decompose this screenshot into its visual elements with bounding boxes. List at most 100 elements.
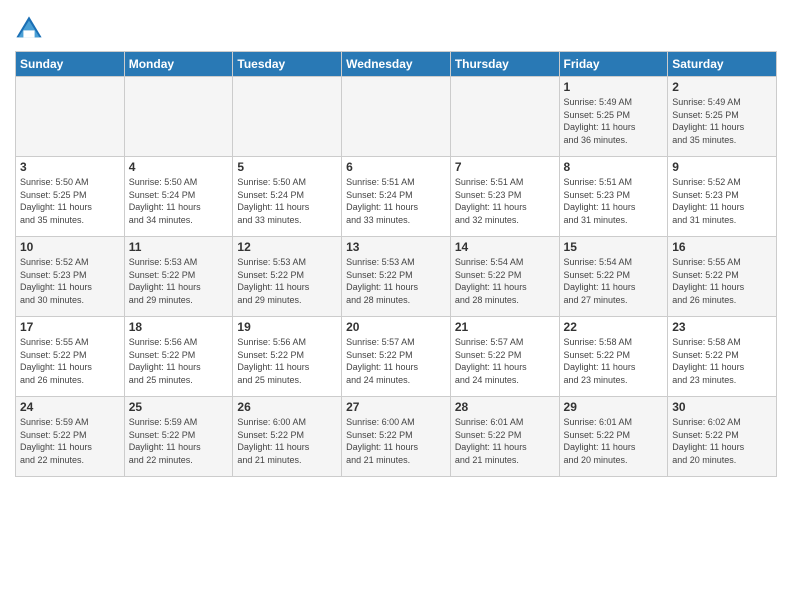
day-info: Sunrise: 5:56 AM Sunset: 5:22 PM Dayligh… [237, 336, 337, 386]
day-number: 25 [129, 400, 229, 414]
calendar-cell: 27Sunrise: 6:00 AM Sunset: 5:22 PM Dayli… [342, 397, 451, 477]
calendar-cell: 14Sunrise: 5:54 AM Sunset: 5:22 PM Dayli… [450, 237, 559, 317]
day-info: Sunrise: 5:51 AM Sunset: 5:23 PM Dayligh… [455, 176, 555, 226]
calendar-cell: 10 Sunrise: 5:52 AM Sunset: 5:23 PM Dayli… [16, 237, 125, 317]
calendar-cell [450, 77, 559, 157]
day-info: Sunrise: 5:49 AM Sunset: 5:25 PM Dayligh… [564, 96, 664, 146]
day-info: Sunrise: 6:01 AM Sunset: 5:22 PM Dayligh… [455, 416, 555, 466]
calendar-cell: 28 Sunrise: 6:01 AM Sunset: 5:22 PM Dayli… [450, 397, 559, 477]
day-info: Sunrise: 5:51 AM Sunset: 5:23 PM Dayligh… [564, 176, 664, 226]
calendar-cell: 19 Sunrise: 5:56 AM Sunset: 5:22 PM Dayli… [233, 317, 342, 397]
calendar-cell: 16 Sunrise: 5:55 AM Sunset: 5:22 PM Dayli… [668, 237, 777, 317]
day-info: Sunrise: 5:51 AM Sunset: 5:24 PM Dayligh… [346, 176, 446, 226]
calendar-cell: 15 Sunrise: 5:54 AM Sunset: 5:22 PM Dayli… [559, 237, 668, 317]
calendar-cell: 7 Sunrise: 5:51 AM Sunset: 5:23 PM Daylig… [450, 157, 559, 237]
day-number: 28 [455, 400, 555, 414]
calendar-cell: 25 Sunrise: 5:59 AM Sunset: 5:22 PM Dayli… [124, 397, 233, 477]
calendar-cell: 23 Sunrise: 5:58 AM Sunset: 5:22 PM Dayli… [668, 317, 777, 397]
day-number: 20 [346, 320, 446, 334]
calendar-cell: 17 Sunrise: 5:55 AM Sunset: 5:22 PM Dayli… [16, 317, 125, 397]
week-row-4: 17 Sunrise: 5:55 AM Sunset: 5:22 PM Dayli… [16, 317, 777, 397]
calendar-cell: 22 Sunrise: 5:58 AM Sunset: 5:22 PM Dayli… [559, 317, 668, 397]
day-number: 19 [237, 320, 337, 334]
day-info: Sunrise: 5:50 AM Sunset: 5:24 PM Dayligh… [129, 176, 229, 226]
day-number: 5 [237, 160, 337, 174]
day-number: 22 [564, 320, 664, 334]
day-info: Sunrise: 6:00 AM Sunset: 5:22 PM Dayligh… [237, 416, 337, 466]
day-number: 1 [564, 80, 664, 94]
day-info: Sunrise: 5:53 AM Sunset: 5:22 PM Dayligh… [346, 256, 446, 306]
calendar-cell: 2 Sunrise: 5:49 AM Sunset: 5:25 PM Daylig… [668, 77, 777, 157]
calendar-cell: 3 Sunrise: 5:50 AM Sunset: 5:25 PM Daylig… [16, 157, 125, 237]
calendar-cell [124, 77, 233, 157]
day-info: Sunrise: 5:55 AM Sunset: 5:22 PM Dayligh… [20, 336, 120, 386]
calendar-cell: 4Sunrise: 5:50 AM Sunset: 5:24 PM Daylig… [124, 157, 233, 237]
weekday-header-row: SundayMondayTuesdayWednesdayThursdayFrid… [16, 52, 777, 77]
day-info: Sunrise: 5:53 AM Sunset: 5:22 PM Dayligh… [129, 256, 229, 306]
weekday-header-friday: Friday [559, 52, 668, 77]
day-number: 12 [237, 240, 337, 254]
calendar-cell: 5 Sunrise: 5:50 AM Sunset: 5:24 PM Daylig… [233, 157, 342, 237]
day-info: Sunrise: 5:58 AM Sunset: 5:22 PM Dayligh… [672, 336, 772, 386]
calendar-cell: 12 Sunrise: 5:53 AM Sunset: 5:22 PM Dayli… [233, 237, 342, 317]
day-info: Sunrise: 5:54 AM Sunset: 5:22 PM Dayligh… [564, 256, 664, 306]
day-info: Sunrise: 5:50 AM Sunset: 5:25 PM Dayligh… [20, 176, 120, 226]
calendar-cell: 11 Sunrise: 5:53 AM Sunset: 5:22 PM Dayli… [124, 237, 233, 317]
calendar-cell: 6 Sunrise: 5:51 AM Sunset: 5:24 PM Daylig… [342, 157, 451, 237]
week-row-1: 1 Sunrise: 5:49 AM Sunset: 5:25 PM Daylig… [16, 77, 777, 157]
day-info: Sunrise: 5:52 AM Sunset: 5:23 PM Dayligh… [672, 176, 772, 226]
day-number: 26 [237, 400, 337, 414]
day-number: 6 [346, 160, 446, 174]
day-info: Sunrise: 6:01 AM Sunset: 5:22 PM Dayligh… [564, 416, 664, 466]
day-info: Sunrise: 5:59 AM Sunset: 5:22 PM Dayligh… [129, 416, 229, 466]
day-number: 11 [129, 240, 229, 254]
calendar-cell: 30 Sunrise: 6:02 AM Sunset: 5:22 PM Dayli… [668, 397, 777, 477]
calendar-cell: 1 Sunrise: 5:49 AM Sunset: 5:25 PM Daylig… [559, 77, 668, 157]
day-number: 13 [346, 240, 446, 254]
calendar-cell: 21Sunrise: 5:57 AM Sunset: 5:22 PM Dayli… [450, 317, 559, 397]
day-info: Sunrise: 5:49 AM Sunset: 5:25 PM Dayligh… [672, 96, 772, 146]
logo-icon [15, 15, 43, 43]
weekday-header-monday: Monday [124, 52, 233, 77]
day-number: 15 [564, 240, 664, 254]
calendar-cell: 29 Sunrise: 6:01 AM Sunset: 5:22 PM Dayli… [559, 397, 668, 477]
calendar: SundayMondayTuesdayWednesdayThursdayFrid… [15, 51, 777, 477]
day-number: 23 [672, 320, 772, 334]
calendar-cell: 24 Sunrise: 5:59 AM Sunset: 5:22 PM Dayli… [16, 397, 125, 477]
weekday-header-wednesday: Wednesday [342, 52, 451, 77]
day-number: 3 [20, 160, 120, 174]
day-number: 9 [672, 160, 772, 174]
day-number: 2 [672, 80, 772, 94]
calendar-cell: 8 Sunrise: 5:51 AM Sunset: 5:23 PM Daylig… [559, 157, 668, 237]
weekday-header-sunday: Sunday [16, 52, 125, 77]
day-info: Sunrise: 6:02 AM Sunset: 5:22 PM Dayligh… [672, 416, 772, 466]
calendar-cell: 9 Sunrise: 5:52 AM Sunset: 5:23 PM Daylig… [668, 157, 777, 237]
day-number: 8 [564, 160, 664, 174]
day-number: 30 [672, 400, 772, 414]
day-info: Sunrise: 6:00 AM Sunset: 5:22 PM Dayligh… [346, 416, 446, 466]
day-info: Sunrise: 5:56 AM Sunset: 5:22 PM Dayligh… [129, 336, 229, 386]
calendar-cell [342, 77, 451, 157]
week-row-2: 3 Sunrise: 5:50 AM Sunset: 5:25 PM Daylig… [16, 157, 777, 237]
page: SundayMondayTuesdayWednesdayThursdayFrid… [0, 0, 792, 612]
calendar-cell: 20 Sunrise: 5:57 AM Sunset: 5:22 PM Dayli… [342, 317, 451, 397]
day-info: Sunrise: 5:50 AM Sunset: 5:24 PM Dayligh… [237, 176, 337, 226]
day-number: 14 [455, 240, 555, 254]
day-info: Sunrise: 5:59 AM Sunset: 5:22 PM Dayligh… [20, 416, 120, 466]
day-info: Sunrise: 5:53 AM Sunset: 5:22 PM Dayligh… [237, 256, 337, 306]
day-number: 17 [20, 320, 120, 334]
day-info: Sunrise: 5:58 AM Sunset: 5:22 PM Dayligh… [564, 336, 664, 386]
day-number: 10 [20, 240, 120, 254]
day-number: 24 [20, 400, 120, 414]
week-row-3: 10 Sunrise: 5:52 AM Sunset: 5:23 PM Dayli… [16, 237, 777, 317]
day-number: 16 [672, 240, 772, 254]
day-info: Sunrise: 5:52 AM Sunset: 5:23 PM Dayligh… [20, 256, 120, 306]
day-number: 7 [455, 160, 555, 174]
day-info: Sunrise: 5:55 AM Sunset: 5:22 PM Dayligh… [672, 256, 772, 306]
header [15, 10, 777, 43]
day-number: 29 [564, 400, 664, 414]
day-info: Sunrise: 5:57 AM Sunset: 5:22 PM Dayligh… [455, 336, 555, 386]
calendar-cell: 13 Sunrise: 5:53 AM Sunset: 5:22 PM Dayli… [342, 237, 451, 317]
calendar-cell: 26 Sunrise: 6:00 AM Sunset: 5:22 PM Dayli… [233, 397, 342, 477]
day-info: Sunrise: 5:57 AM Sunset: 5:22 PM Dayligh… [346, 336, 446, 386]
